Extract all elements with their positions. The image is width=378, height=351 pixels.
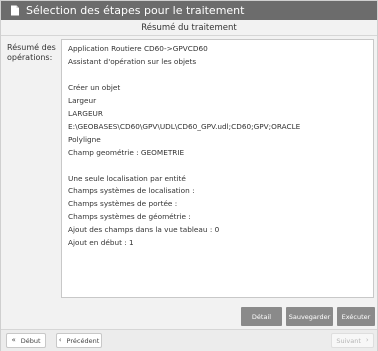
summary-line: Largeur bbox=[68, 95, 97, 105]
chevron-right-icon: › bbox=[365, 336, 369, 344]
summary-line: Une seule localisation par entité bbox=[68, 173, 186, 183]
window-title: Sélection des étapes pour le traitement bbox=[26, 4, 245, 17]
document-icon bbox=[10, 5, 20, 16]
section-header: Résumé du traitement bbox=[1, 20, 377, 36]
summary-line: LARGEUR bbox=[68, 108, 103, 118]
summary-line: Application Routiere CD60->GPVCD60 bbox=[68, 44, 208, 53]
summary-label: Résumé des opérations: bbox=[7, 43, 57, 63]
summary-label-line-2: opérations: bbox=[7, 53, 53, 62]
execute-button[interactable]: Exécuter bbox=[337, 307, 375, 326]
summary-line bbox=[68, 69, 367, 82]
summary-label-line-1: Résumé des bbox=[7, 43, 56, 52]
summary-line: E:\GEOBASES\CD60\GPV\UDL\CD60_GPV.udl;CD… bbox=[68, 121, 301, 131]
summary-line: Ajout en début : 1 bbox=[68, 238, 134, 248]
summary-line: Polyligne bbox=[68, 134, 101, 144]
summary-line: Champs systèmes de portée : bbox=[68, 199, 178, 209]
summary-line: Créer un objet bbox=[68, 82, 121, 92]
next-button-label: Suivant bbox=[336, 336, 361, 345]
summary-textarea[interactable]: Application Routiere CD60->GPVCD60 Assis… bbox=[61, 39, 374, 298]
summary-line: Champs systèmes de géométrie : bbox=[68, 212, 191, 222]
detail-button[interactable]: Détail bbox=[241, 307, 282, 326]
title-bar: Sélection des étapes pour le traitement bbox=[1, 1, 377, 20]
summary-line: Assistant d'opération sur les objets bbox=[68, 56, 197, 66]
previous-button[interactable]: ‹ Précédent bbox=[56, 333, 102, 348]
summary-line bbox=[68, 160, 367, 173]
wizard-footer: « Début ‹ Précédent Suivant › bbox=[1, 329, 377, 351]
summary-line: Champ geométrie : GEOMETRIE bbox=[68, 147, 185, 157]
next-button[interactable]: Suivant › bbox=[331, 333, 374, 348]
summary-line: Champs systèmes de localisation : bbox=[68, 186, 195, 196]
wizard-window: Sélection des étapes pour le traitement … bbox=[0, 0, 378, 351]
chevron-left-icon: ‹ bbox=[58, 336, 62, 344]
summary-line: Ajout des champs dans la vue tableau : 0 bbox=[68, 225, 220, 235]
first-button-label: Début bbox=[20, 336, 41, 345]
save-button[interactable]: Sauvegarder bbox=[286, 307, 333, 326]
first-button[interactable]: « Début bbox=[6, 333, 46, 348]
double-chevron-left-icon: « bbox=[11, 336, 16, 344]
previous-button-label: Précédent bbox=[66, 336, 100, 345]
